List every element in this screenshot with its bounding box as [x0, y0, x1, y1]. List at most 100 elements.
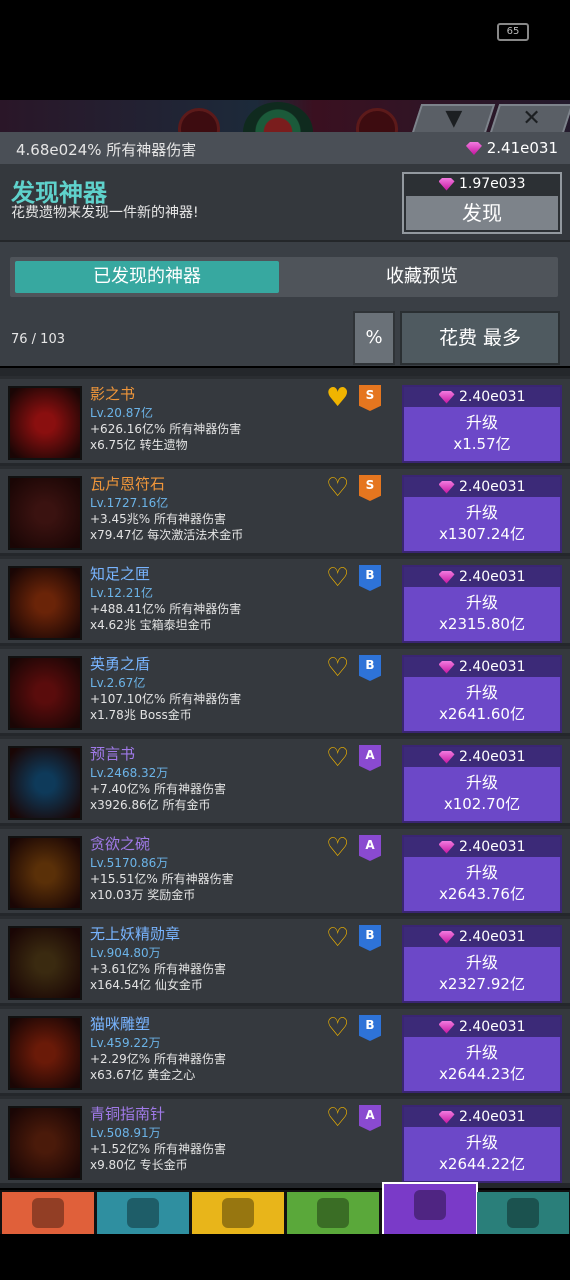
artifact-name: 猫咪雕塑: [90, 1015, 151, 1033]
artifact-bonus-1: +488.41亿% 所有神器伤害: [90, 602, 242, 616]
nav-shop[interactable]: [477, 1192, 569, 1234]
upgrade-label: 升级: [465, 953, 498, 972]
favorite-heart-icon[interactable]: ♥: [326, 385, 349, 411]
upgrade-button[interactable]: 2.40e031 升级 x1307.24亿: [402, 475, 562, 553]
artifact-row[interactable]: 影之书 Lv.20.87亿 +626.16亿% 所有神器伤害 x6.75亿 转生遗物 ♥…: [0, 376, 570, 463]
artifact-name: 贪欲之碗: [90, 835, 151, 853]
upgrade-multiplier: x2644.22亿: [439, 1155, 525, 1173]
favorite-heart-icon[interactable]: ♡: [326, 655, 349, 681]
artifact-bonus-2: x10.03万 奖励金币: [90, 888, 196, 902]
orb-icon: [356, 108, 398, 132]
artifact-count: 76 / 103: [11, 332, 65, 347]
upgrade-label: 升级: [465, 503, 498, 522]
artifact-row[interactable]: 无上妖精勋章 Lv.904.80万 +3.61亿% 所有神器伤害 x164.54亿 仙…: [0, 916, 570, 1003]
artifact-row[interactable]: 知足之匣 Lv.12.21亿 +488.41亿% 所有神器伤害 x4.62兆 宝箱泰坦…: [0, 556, 570, 643]
upgrade-button[interactable]: 2.40e031 升级 x1.57亿: [402, 385, 562, 463]
shadow-book-icon[interactable]: [8, 386, 82, 460]
upgrade-price: 2.40e031: [404, 657, 560, 677]
gem-icon: [439, 661, 455, 674]
artifact-list[interactable]: 影之书 Lv.20.87亿 +626.16亿% 所有神器伤害 x6.75亿 转生遗物 ♥…: [0, 368, 570, 1188]
tab-preview[interactable]: 收藏预览: [290, 261, 554, 293]
bottom-nav: [0, 1182, 570, 1236]
artifact-row[interactable]: 猫咪雕塑 Lv.459.22万 +2.29亿% 所有神器伤害 x63.67亿 黄金之心…: [0, 1006, 570, 1093]
upgrade-label: 升级: [465, 1133, 498, 1152]
artifact-row[interactable]: 英勇之盾 Lv.2.67亿 +107.10亿% 所有神器伤害 x1.78兆 Boss金…: [0, 646, 570, 733]
artifact-level: Lv.2.67亿: [90, 676, 146, 690]
relic-currency: 2.41e031: [466, 139, 558, 157]
artifact-bonus-1: +3.45兆% 所有神器伤害: [90, 512, 226, 526]
favorite-heart-icon[interactable]: ♡: [326, 745, 349, 771]
sword-icon: [32, 1198, 64, 1228]
upgrade-multiplier: x2327.92亿: [439, 975, 525, 993]
artifact-icon: [414, 1190, 446, 1220]
upgrade-button[interactable]: 2.40e031 升级 x2315.80亿: [402, 565, 562, 643]
upgrade-multiplier: x1307.24亿: [439, 525, 525, 543]
battery-indicator: 65: [497, 23, 529, 41]
artifact-level: Lv.2468.32万: [90, 766, 169, 780]
artifact-bonus-1: +15.51亿% 所有神器伤害: [90, 872, 234, 886]
header-bar: 4.68e024% 所有神器伤害 2.41e031: [0, 132, 570, 166]
artifact-name: 瓦卢恩符石: [90, 475, 166, 493]
chest-icon[interactable]: [8, 566, 82, 640]
artifact-row[interactable]: 贪欲之碗 Lv.5170.86万 +15.51亿% 所有神器伤害 x10.03万 奖励…: [0, 826, 570, 913]
artifact-level: Lv.1727.16亿: [90, 496, 169, 510]
gem-icon: [439, 391, 455, 404]
orb-icon: [178, 108, 220, 132]
nav-hero[interactable]: [97, 1192, 189, 1234]
artifact-row[interactable]: 预言书 Lv.2468.32万 +7.40亿% 所有神器伤害 x3926.86亿 所有…: [0, 736, 570, 823]
chevron-down-icon: ▼: [444, 106, 462, 131]
gem-icon: [439, 1021, 455, 1034]
discover-cost-box: 1.97e033 发现: [402, 172, 562, 234]
percent-toggle-button[interactable]: %: [353, 311, 395, 365]
upgrade-multiplier: x2315.80亿: [439, 615, 525, 633]
upgrade-multiplier: x2641.60亿: [439, 705, 525, 723]
upgrade-price: 2.40e031: [404, 387, 560, 407]
gold-bowl-icon[interactable]: [8, 836, 82, 910]
artifact-level: Lv.904.80万: [90, 946, 161, 960]
nav-sword[interactable]: [2, 1192, 94, 1234]
artifact-level: Lv.12.21亿: [90, 586, 154, 600]
upgrade-button[interactable]: 2.40e031 升级 x2644.22亿: [402, 1105, 562, 1183]
prophecy-book-icon[interactable]: [8, 746, 82, 820]
nav-pet[interactable]: [287, 1192, 379, 1234]
upgrade-button[interactable]: 2.40e031 升级 x2327.92亿: [402, 925, 562, 1003]
tab-discovered[interactable]: 已发现的神器: [15, 261, 279, 293]
rank-badge: B: [359, 1015, 381, 1041]
artifact-bonus-1: +2.29亿% 所有神器伤害: [90, 1052, 226, 1066]
upgrade-button[interactable]: 2.40e031 升级 x2643.76亿: [402, 835, 562, 913]
artifact-level: Lv.20.87亿: [90, 406, 154, 420]
upgrade-price: 2.40e031: [404, 1107, 560, 1127]
discover-button[interactable]: 发现: [406, 196, 558, 230]
favorite-heart-icon[interactable]: ♡: [326, 1105, 349, 1131]
rank-badge: B: [359, 925, 381, 951]
favorite-heart-icon[interactable]: ♡: [326, 475, 349, 501]
artifact-name: 影之书: [90, 385, 136, 403]
cat-statue-icon[interactable]: [8, 1016, 82, 1090]
favorite-heart-icon[interactable]: ♡: [326, 565, 349, 591]
artifact-bonus-1: +626.16亿% 所有神器伤害: [90, 422, 242, 436]
favorite-heart-icon[interactable]: ♡: [326, 835, 349, 861]
artifact-row[interactable]: 瓦卢恩符石 Lv.1727.16亿 +3.45兆% 所有神器伤害 x79.47亿 每次…: [0, 466, 570, 553]
upgrade-price: 2.40e031: [404, 567, 560, 587]
upgrade-multiplier: x1.57亿: [453, 435, 511, 453]
nav-artifact[interactable]: [382, 1182, 478, 1236]
favorite-heart-icon[interactable]: ♡: [326, 925, 349, 951]
total-damage: 4.68e024% 所有神器伤害: [16, 141, 197, 159]
upgrade-button[interactable]: 2.40e031 升级 x2644.23亿: [402, 1015, 562, 1093]
gem-icon: [439, 178, 455, 191]
shield-icon[interactable]: [8, 656, 82, 730]
sort-button[interactable]: 花费 最多: [400, 311, 560, 365]
rank-badge: S: [359, 385, 381, 411]
gem-icon: [439, 481, 455, 494]
artifact-name: 知足之匣: [90, 565, 151, 583]
favorite-heart-icon[interactable]: ♡: [326, 1015, 349, 1041]
artifact-row[interactable]: 青铜指南针 Lv.508.91万 +1.52亿% 所有神器伤害 x9.80亿 专长金币…: [0, 1096, 570, 1183]
fairy-medal-icon[interactable]: [8, 926, 82, 1000]
upgrade-button[interactable]: 2.40e031 升级 x2641.60亿: [402, 655, 562, 733]
rune-stone-icon[interactable]: [8, 476, 82, 550]
upgrade-button[interactable]: 2.40e031 升级 x102.70亿: [402, 745, 562, 823]
discover-cost: 1.97e033: [404, 176, 560, 192]
nav-equipment[interactable]: [192, 1192, 284, 1234]
bronze-compass-icon[interactable]: [8, 1106, 82, 1180]
gem-icon: [439, 841, 455, 854]
